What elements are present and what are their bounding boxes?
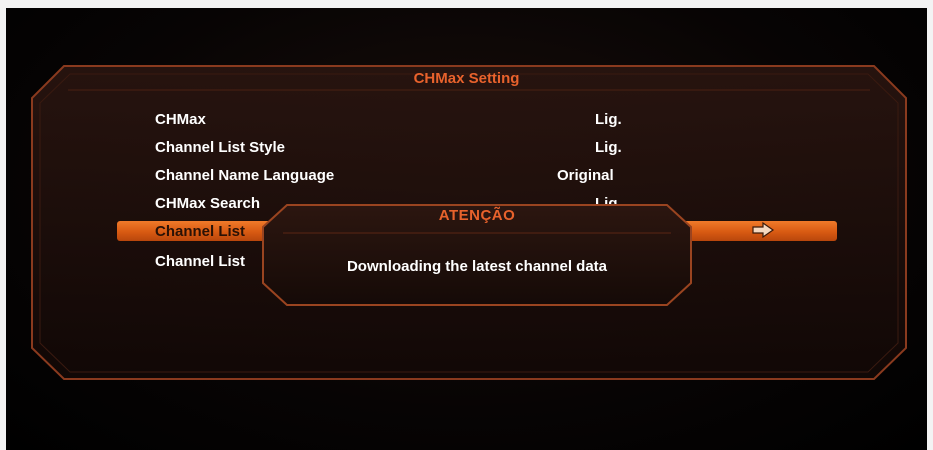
menu-item-label: CHMax Search	[155, 195, 261, 212]
hand-pointer-right-icon	[752, 221, 775, 239]
menu-item-label: Channel List	[155, 253, 246, 270]
menu-item-label: Channel List	[155, 223, 246, 240]
menu-item-value: Original	[557, 167, 614, 184]
tv-screen: CHMax Setting CHMax Lig. Channel List St…	[6, 8, 927, 450]
menu-item-label: Channel Name Language	[155, 167, 335, 184]
menu-title: CHMax Setting	[413, 70, 520, 87]
menu-item-value: Lig.	[595, 139, 622, 156]
menu-item-chmax[interactable]: CHMax Lig.	[117, 108, 837, 130]
menu-item-label: CHMax	[155, 111, 206, 128]
dialog-message: Downloading the latest channel data	[346, 258, 608, 275]
menu-item-value: Lig.	[595, 111, 622, 128]
dialog-title: ATENÇÃO	[438, 207, 516, 224]
menu-item-channel-list-style[interactable]: Channel List Style Lig.	[117, 136, 837, 158]
menu-item-label: Channel List Style	[155, 139, 286, 156]
menu-item-channel-name-language[interactable]: Channel Name Language Original	[117, 164, 837, 186]
